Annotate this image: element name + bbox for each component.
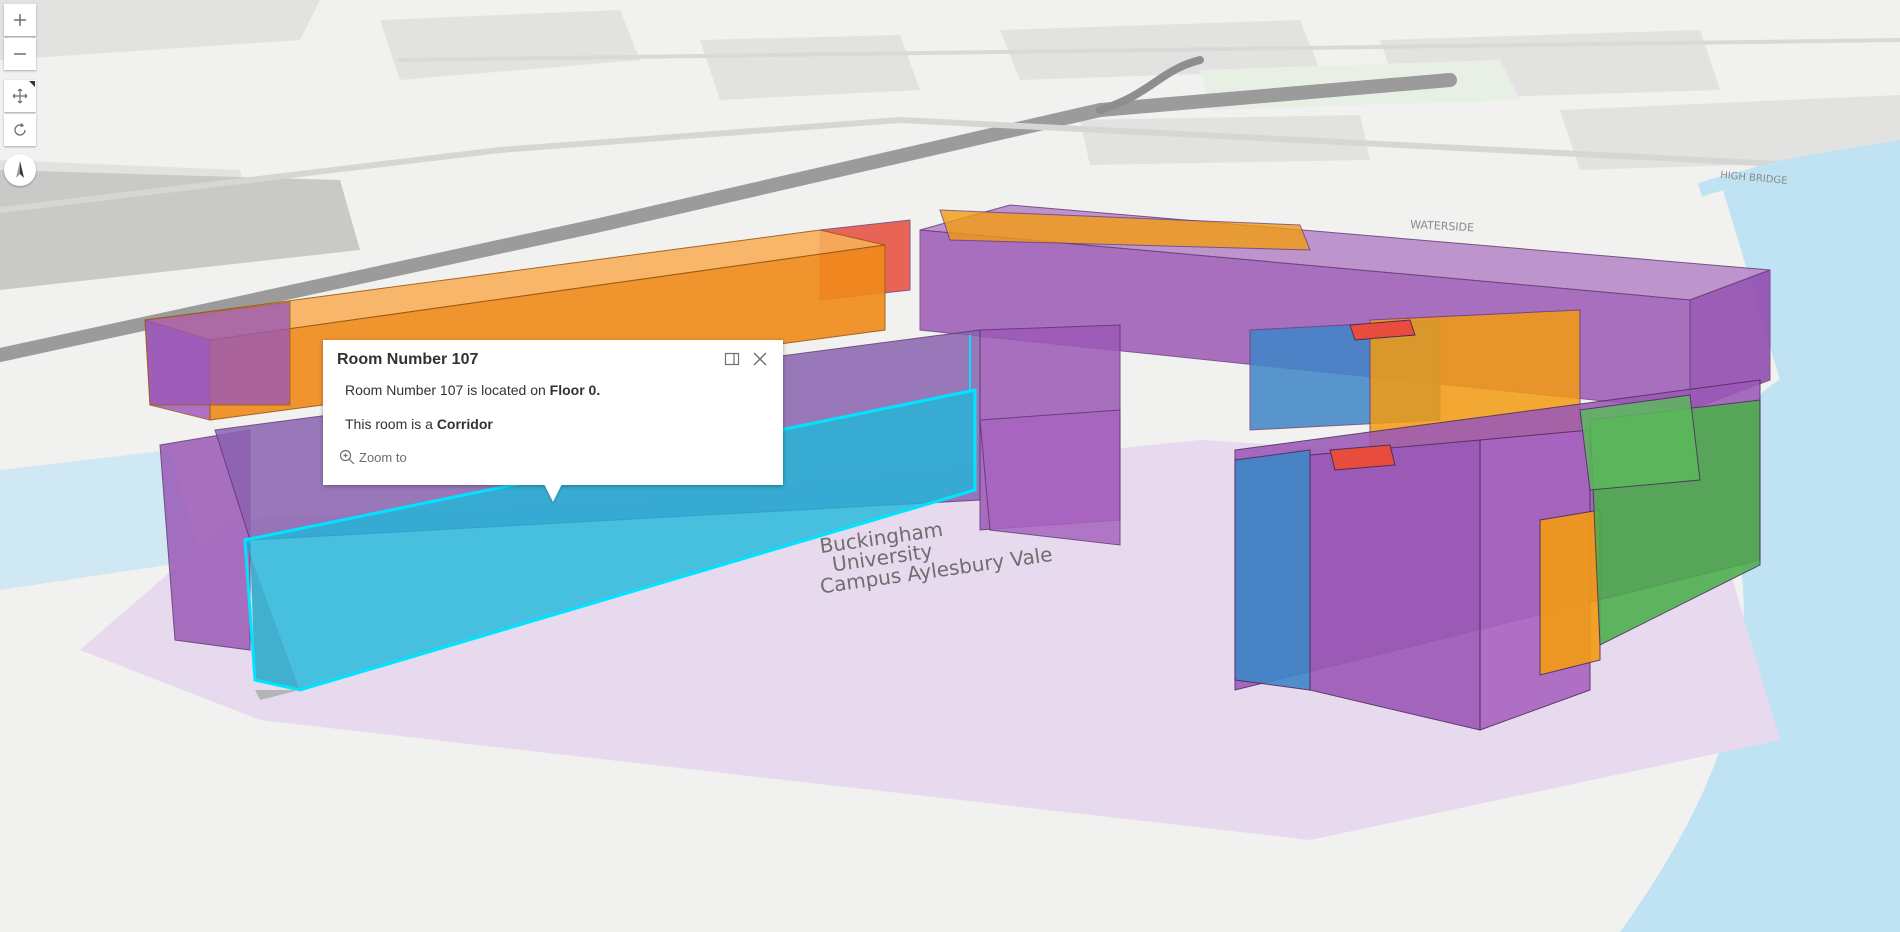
- dock-icon: [724, 352, 740, 366]
- popup-floor-line: Room Number 107 is located on Floor 0.: [345, 382, 600, 398]
- dock-button[interactable]: [723, 350, 741, 368]
- zoom-to-action[interactable]: Zoom to: [339, 449, 407, 465]
- popup-floor-prefix: Room Number 107 is located on: [345, 382, 550, 398]
- feature-popup: Room Number 107 Room Number 107 is locat…: [323, 340, 783, 485]
- close-icon: [753, 352, 767, 366]
- popup-room-type-value: Corridor: [436, 416, 493, 432]
- plus-icon: [14, 14, 26, 26]
- pan-mode-corner-indicator: [29, 81, 35, 87]
- zoom-out-button[interactable]: [4, 38, 36, 70]
- pan-mode-button[interactable]: [4, 80, 36, 112]
- zoom-to-label: Zoom to: [359, 449, 407, 465]
- map-scene[interactable]: Buckingham University Campus Aylesbury V…: [0, 0, 1900, 932]
- popup-title: Room Number 107: [337, 351, 479, 368]
- popup-room-type-prefix: This room is a: [345, 416, 437, 432]
- zoom-in-button[interactable]: [4, 4, 36, 36]
- zoom-to-icon: [339, 449, 355, 465]
- rotate-mode-button[interactable]: [4, 114, 36, 146]
- close-button[interactable]: [751, 350, 769, 368]
- compass-button[interactable]: [4, 154, 36, 186]
- compass-icon: [16, 161, 24, 178]
- minus-icon: [14, 53, 26, 55]
- move-icon: [12, 88, 28, 104]
- popup-pointer: [544, 484, 562, 502]
- rotate-icon: [14, 123, 26, 136]
- popup-floor-value: Floor 0.: [549, 382, 601, 398]
- popup-room-type-line: This room is a Corridor: [345, 416, 493, 432]
